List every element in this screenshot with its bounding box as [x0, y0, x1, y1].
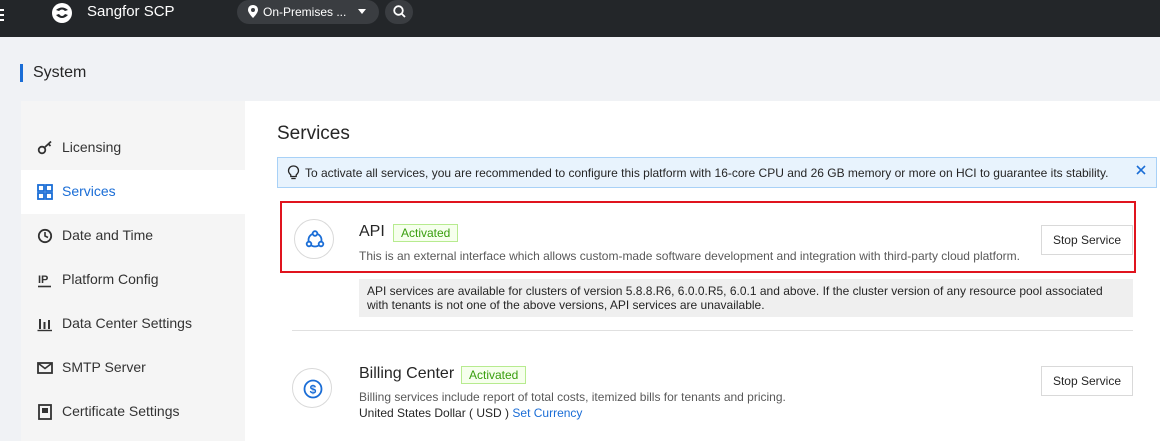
location-pin-icon: [248, 5, 258, 18]
clock-icon: [37, 228, 53, 244]
region-select[interactable]: On-Premises ...: [237, 0, 379, 24]
menu-icon[interactable]: [0, 9, 6, 25]
sidebar-item-label: Date and Time: [62, 227, 154, 243]
grid-icon: [37, 184, 53, 200]
bar-chart-icon: [37, 319, 52, 332]
service-name: Billing Center: [359, 365, 455, 382]
stop-service-button[interactable]: Stop Service: [1041, 225, 1133, 255]
note-line: with tenants is not one of the above ver…: [367, 298, 765, 312]
status-badge: Activated: [393, 224, 459, 242]
sidebar-item-smtp-server[interactable]: SMTP Server: [21, 346, 245, 390]
close-icon[interactable]: [1136, 165, 1146, 175]
ip-icon: IP: [38, 274, 51, 288]
info-banner: To activate all services, you are recomm…: [277, 157, 1157, 188]
certificate-icon: [38, 404, 52, 420]
api-icon: [305, 230, 325, 248]
app-title: Sangfor SCP: [87, 3, 175, 20]
api-service-icon: [294, 219, 334, 259]
sidebar-item-label: Data Center Settings: [62, 315, 192, 331]
section-title: Services: [277, 123, 350, 144]
caret-down-icon: [358, 9, 366, 14]
sidebar-item-services[interactable]: Services: [21, 170, 245, 214]
billing-service-icon: $: [292, 368, 332, 408]
status-badge: Activated: [461, 366, 527, 384]
sidebar-item-date-and-time[interactable]: Date and Time: [21, 214, 245, 258]
region-label: On-Premises ...: [263, 5, 347, 19]
sidebar: Licensing Services Date and Time IP Plat…: [21, 101, 245, 441]
svg-text:$: $: [310, 383, 317, 397]
key-icon: [37, 140, 52, 155]
service-card-api: API Activated This is an external interf…: [280, 201, 1136, 273]
api-availability-note: API services are available for clusters …: [359, 279, 1133, 317]
sidebar-item-label: Services: [62, 183, 116, 199]
sangfor-logo: [52, 3, 72, 23]
sidebar-item-label: SMTP Server: [62, 359, 146, 375]
sidebar-item-label: Certificate Settings: [62, 403, 180, 419]
service-description: This is an external interface which allo…: [359, 249, 1020, 263]
currency-row: United States Dollar ( USD ) Set Currenc…: [359, 406, 582, 420]
mail-icon: [37, 362, 53, 374]
info-banner-text: To activate all services, you are recomm…: [305, 166, 1109, 180]
sidebar-item-platform-config[interactable]: IP Platform Config: [21, 258, 245, 302]
lightbulb-icon: [287, 165, 300, 180]
sidebar-item-licensing[interactable]: Licensing: [21, 126, 245, 170]
dollar-icon: $: [303, 379, 323, 399]
currency-value: United States Dollar ( USD ): [359, 406, 510, 420]
search-button[interactable]: [385, 0, 413, 24]
service-description: Billing services include report of total…: [359, 390, 786, 404]
divider: [292, 330, 1133, 331]
sidebar-item-label: Licensing: [62, 139, 122, 155]
note-line: API services are available for clusters …: [367, 284, 1103, 298]
sidebar-item-certificate-settings[interactable]: Certificate Settings: [21, 390, 245, 434]
svg-text:IP: IP: [38, 274, 48, 286]
top-bar: Sangfor SCP On-Premises ...: [0, 0, 1160, 37]
page-title: System: [20, 64, 86, 82]
sidebar-item-data-center-settings[interactable]: Data Center Settings: [21, 302, 245, 346]
set-currency-link[interactable]: Set Currency: [512, 406, 582, 420]
service-name: API: [359, 223, 385, 240]
main-content: Services To activate all services, you a…: [245, 101, 1160, 441]
search-icon: [393, 5, 406, 18]
sidebar-item-label: Platform Config: [62, 271, 159, 287]
stop-service-button[interactable]: Stop Service: [1041, 366, 1133, 396]
